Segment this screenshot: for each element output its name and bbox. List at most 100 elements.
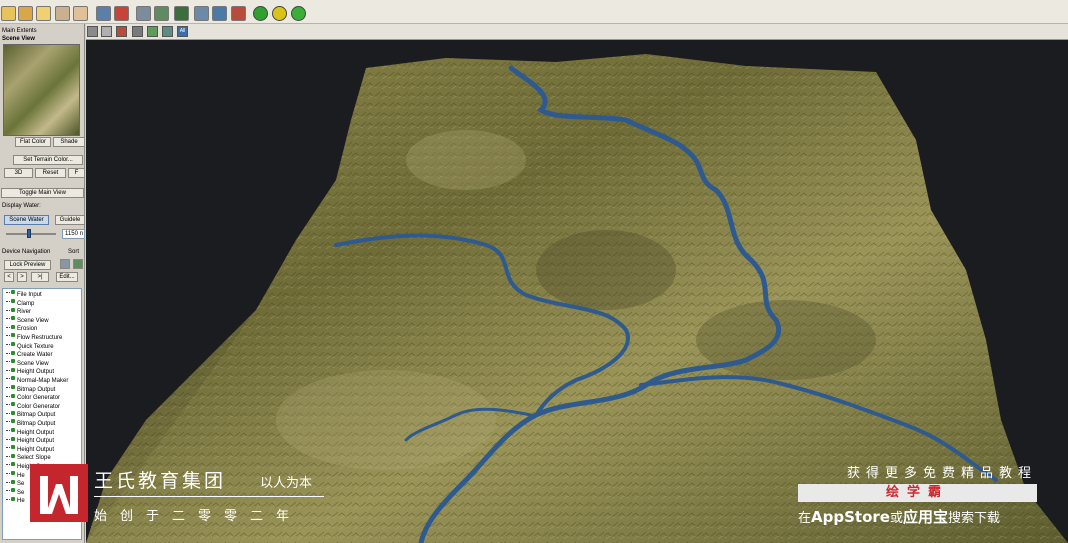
tree-item[interactable]: He — [6, 496, 25, 505]
render-icon[interactable] — [114, 6, 129, 21]
3d-button[interactable]: 3D — [4, 168, 33, 178]
mesh-icon[interactable] — [162, 26, 173, 37]
green-go-icon[interactable] — [291, 6, 306, 21]
main-extents-label: Main Extents — [2, 28, 37, 34]
hand-icon[interactable] — [73, 6, 88, 21]
download-store: 应用宝 — [902, 508, 948, 526]
reset-button[interactable]: Reset — [35, 168, 66, 178]
sort-label[interactable]: Sort — [68, 249, 79, 255]
lock-preview-button[interactable]: Lock Preview — [4, 260, 51, 270]
nav-last-button[interactable]: >| — [31, 272, 49, 282]
shaded-button[interactable]: Shade — [53, 137, 85, 147]
open-icon[interactable] — [1, 6, 16, 21]
camera-icon[interactable] — [194, 6, 209, 21]
nav-prev-button[interactable]: < — [4, 272, 14, 282]
app-window: Main Extents Scene View Flat Color Shade… — [0, 0, 1068, 543]
export-icon[interactable] — [36, 6, 51, 21]
device-node-icon — [6, 393, 15, 400]
tree-item[interactable]: Se — [6, 479, 24, 488]
palette-icon[interactable] — [231, 6, 246, 21]
tree-item[interactable]: He — [6, 471, 25, 480]
tree-item[interactable]: Bitmap Output — [6, 385, 55, 394]
org-motto: 以人为本 — [260, 476, 313, 491]
device-node-icon — [6, 342, 15, 348]
all-button[interactable]: All — [177, 26, 188, 37]
tree-item-label: Scene View — [17, 317, 49, 324]
frame-icon[interactable] — [101, 26, 112, 37]
nav-next-button[interactable]: > — [17, 272, 27, 282]
water-level-field[interactable]: 1150 n — [62, 229, 85, 239]
material-icon[interactable] — [116, 26, 127, 37]
tree-item[interactable]: Scene View — [6, 316, 49, 325]
device-node-icon — [6, 428, 15, 434]
tree-item[interactable]: Erosion — [6, 324, 37, 333]
green-light-icon[interactable] — [253, 6, 268, 21]
device-node-icon — [6, 445, 15, 451]
water-level-slider[interactable] — [6, 229, 56, 238]
persp-icon[interactable] — [87, 26, 98, 37]
scene-water-button[interactable]: Scene Water — [4, 215, 49, 225]
tree-item-label: He — [17, 498, 25, 505]
terrain-icon[interactable] — [96, 6, 111, 21]
yellow-light-icon[interactable] — [272, 6, 287, 21]
list-view-icon[interactable] — [60, 259, 70, 269]
device-navigation-label: Device Navigation — [2, 249, 51, 255]
tree-item[interactable]: Flow Restructure — [6, 333, 62, 342]
calc-icon[interactable] — [174, 6, 189, 21]
tree-item[interactable]: Normal-Map Maker — [6, 376, 68, 385]
tree-item[interactable]: Color Generator — [6, 393, 60, 402]
device-node-icon — [6, 324, 15, 331]
device-node-icon — [6, 333, 15, 339]
grid-icon[interactable] — [136, 6, 151, 21]
tree-item[interactable]: Scene View — [6, 359, 49, 368]
edit-button[interactable]: Edit... — [56, 272, 78, 282]
tree-item[interactable]: Create Water — [6, 350, 52, 359]
tree-item[interactable]: Color Generator — [6, 402, 60, 411]
slope-icon[interactable] — [147, 26, 158, 37]
device-node-icon — [6, 419, 15, 425]
image-icon[interactable] — [212, 6, 227, 21]
device-node-icon — [6, 316, 15, 322]
tree-item-label: Se — [17, 489, 25, 496]
tree-item[interactable]: Height Output — [6, 367, 54, 376]
device-node-icon — [6, 462, 15, 468]
tree-item[interactable]: File Input — [6, 290, 42, 299]
device-node-icon — [6, 479, 15, 486]
tree-item[interactable]: Height Output — [6, 428, 54, 437]
org-since: 始创于二零零二年 — [94, 509, 303, 524]
wangshi-logo — [30, 464, 88, 522]
flat-color-button[interactable]: Flat Color — [15, 137, 51, 147]
download-mid: 或 — [889, 511, 903, 526]
f-button[interactable]: F — [68, 168, 85, 178]
save-icon[interactable] — [18, 6, 33, 21]
table-icon[interactable] — [154, 6, 169, 21]
download-pre: 在 — [798, 511, 812, 526]
pin-icon[interactable] — [55, 6, 70, 21]
guideline-button[interactable]: Guidele — [55, 215, 85, 225]
set-terrain-color-button[interactable]: Set Terrain Color... — [13, 155, 83, 165]
tree-item[interactable]: River — [6, 307, 31, 316]
tree-item-label: Clamp — [17, 300, 35, 307]
tree-item[interactable]: Height Output — [6, 436, 54, 445]
light-icon[interactable] — [132, 26, 143, 37]
org-name: 王氏教育集团 — [94, 470, 227, 492]
tree-item[interactable]: Height Output — [6, 445, 54, 454]
device-node-icon — [6, 436, 15, 443]
water-slider-knob[interactable] — [26, 229, 31, 238]
tree-item[interactable]: Bitmap Output — [6, 419, 55, 428]
tree-item[interactable]: Bitmap Output — [6, 410, 55, 419]
graph-view-icon[interactable] — [73, 259, 83, 269]
tree-item[interactable]: Quick Texture — [6, 342, 54, 351]
device-node-icon — [6, 496, 15, 503]
tree-item[interactable]: Se — [6, 488, 25, 497]
display-water-label: Display Water: — [2, 203, 41, 209]
tree-item-label: Scene View — [17, 360, 49, 367]
device-node-icon — [6, 299, 15, 305]
download-appstore: AppStore — [811, 508, 890, 526]
minimap-thumbnail[interactable] — [3, 44, 80, 136]
download-line: 在AppStore或应用宝搜索下载 — [798, 506, 1000, 527]
app-name-badge: 绘学霸 — [798, 484, 1037, 502]
toggle-main-view-button[interactable]: Toggle Main View — [1, 188, 84, 198]
tree-item[interactable]: Clamp — [6, 299, 35, 308]
tree-item-label: File Input — [17, 292, 42, 298]
